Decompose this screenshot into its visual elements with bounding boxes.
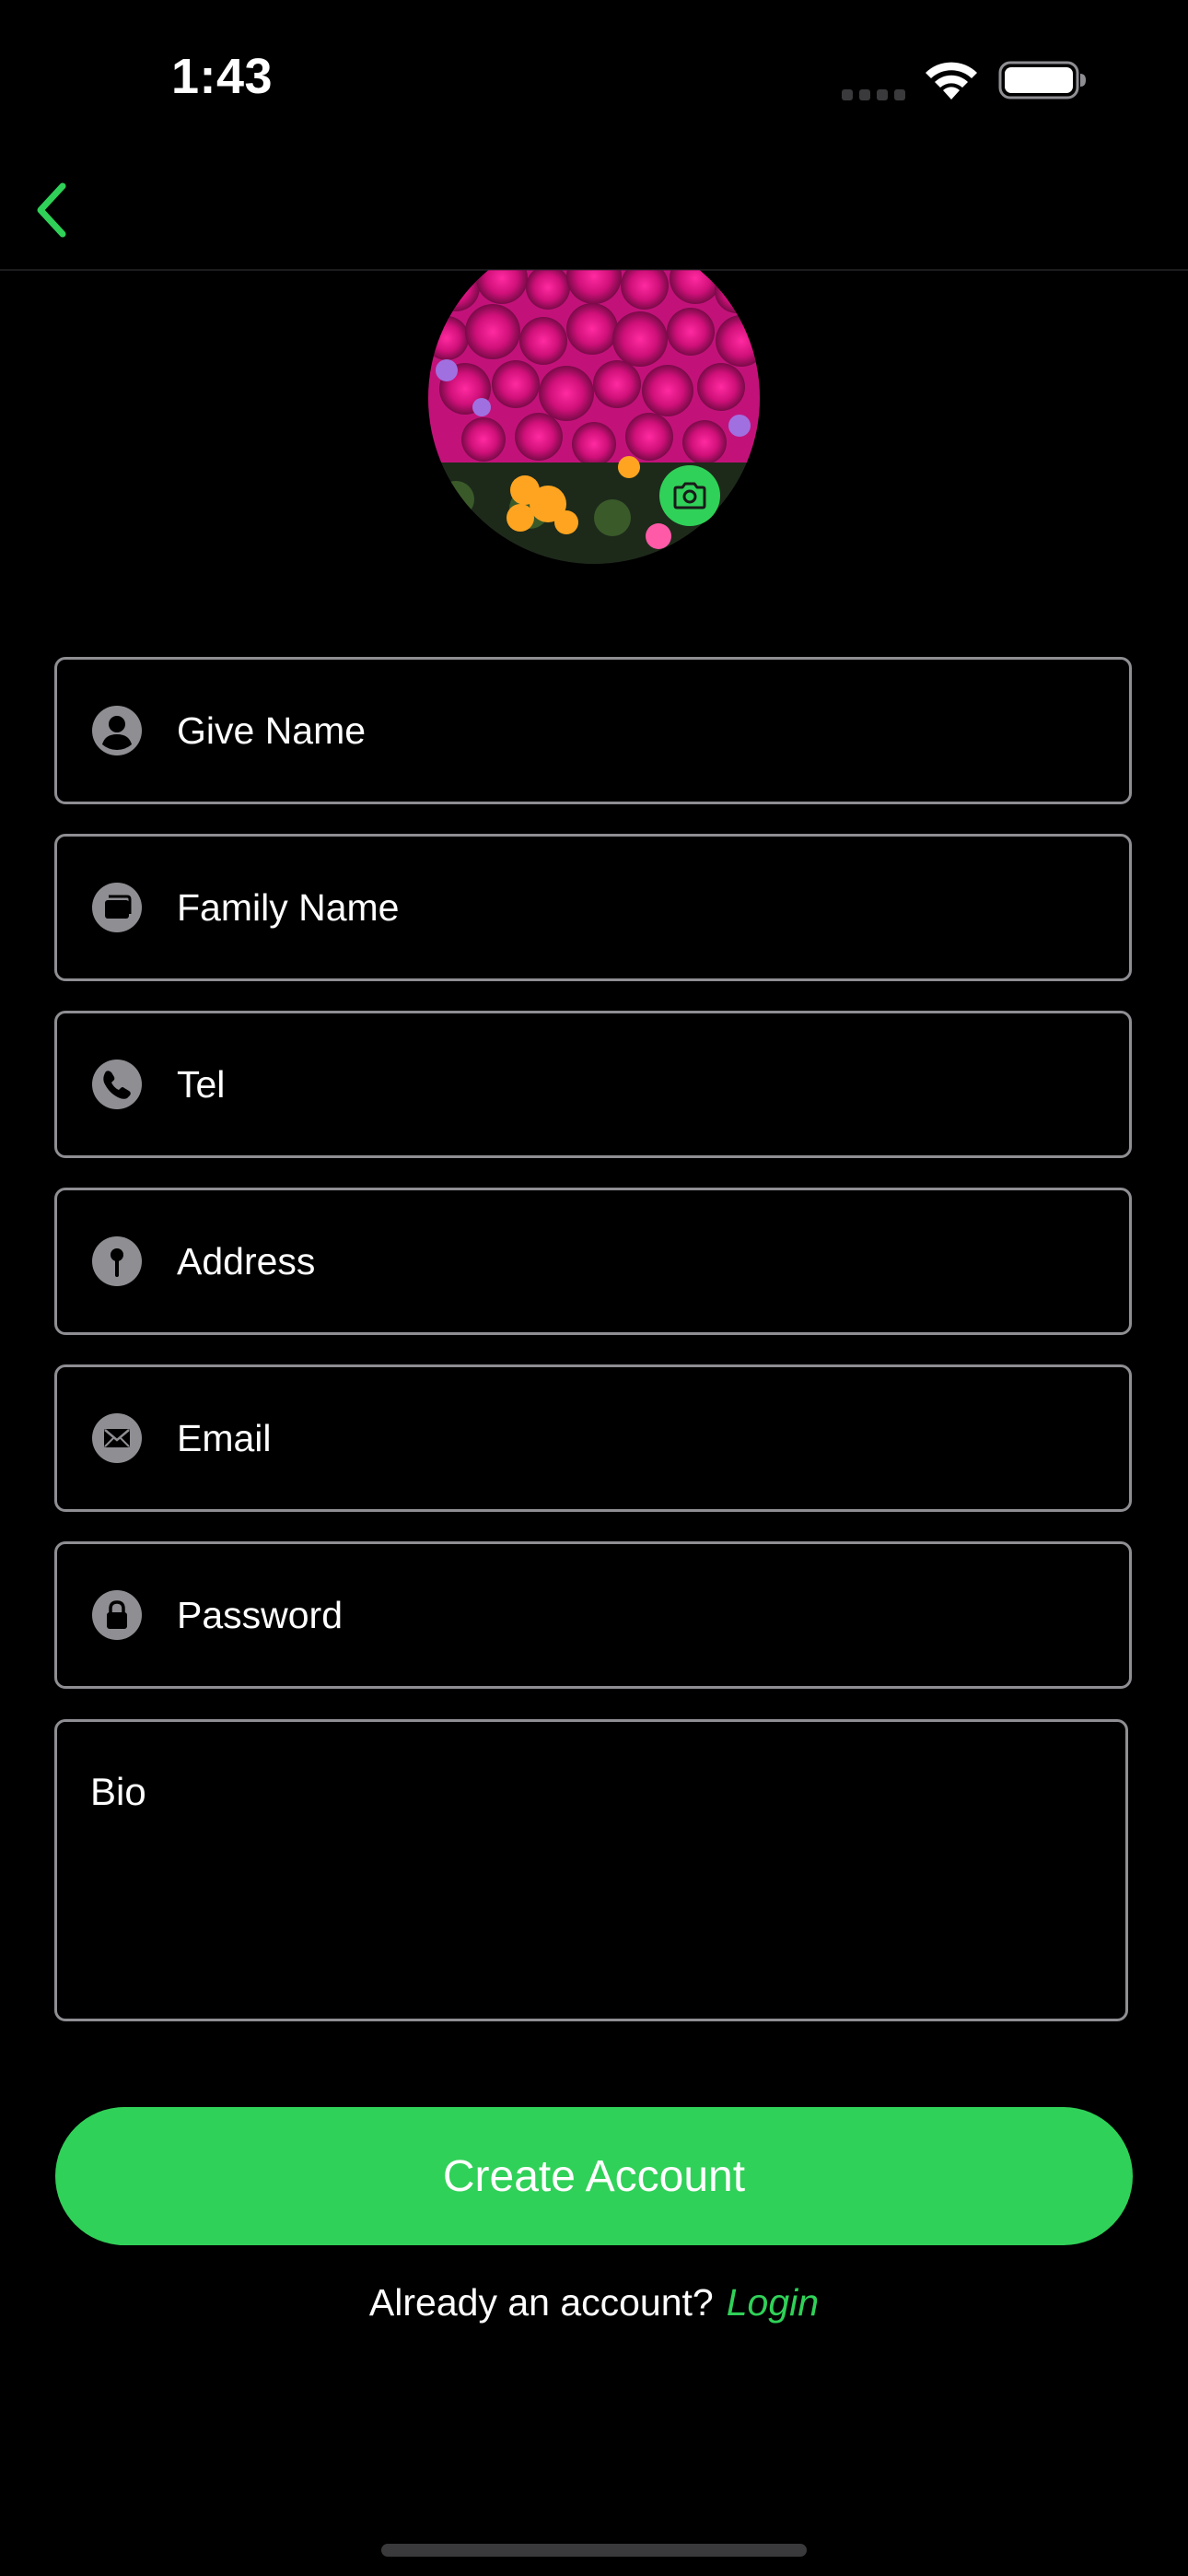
- login-row: Already an account? Login: [0, 2281, 1188, 2324]
- password-field[interactable]: Password: [54, 1541, 1132, 1689]
- bio-textarea[interactable]: Bio: [54, 1719, 1128, 2021]
- wifi-icon: [926, 62, 977, 100]
- password-input[interactable]: Password: [177, 1544, 1098, 1686]
- given-name-input[interactable]: Give Name: [177, 660, 1098, 802]
- bio-placeholder: Bio: [90, 1770, 146, 1813]
- address-field[interactable]: Address: [54, 1188, 1132, 1335]
- given-name-field[interactable]: Give Name: [54, 657, 1132, 804]
- cellular-signal-icon: [842, 89, 905, 100]
- tel-field[interactable]: Tel: [54, 1011, 1132, 1158]
- phone-icon: [92, 1060, 142, 1109]
- status-time: 1:43: [171, 49, 274, 104]
- login-prompt: Already an account?: [368, 2281, 714, 2324]
- create-account-button[interactable]: Create Account: [55, 2107, 1133, 2245]
- envelope-icon: [92, 1413, 142, 1463]
- address-input[interactable]: Address: [177, 1190, 1098, 1332]
- login-link[interactable]: Login: [727, 2281, 819, 2324]
- family-icon: [92, 883, 142, 932]
- email-field[interactable]: Email: [54, 1364, 1132, 1512]
- back-button[interactable]: [22, 173, 81, 247]
- email-input[interactable]: Email: [177, 1367, 1098, 1509]
- battery-icon: [998, 61, 1086, 100]
- family-name-field[interactable]: Family Name: [54, 834, 1132, 981]
- chevron-left-icon: [37, 182, 66, 238]
- person-icon: [92, 706, 142, 755]
- change-photo-button[interactable]: [659, 465, 720, 526]
- location-icon: [92, 1236, 142, 1286]
- camera-icon: [673, 482, 706, 509]
- lock-icon: [92, 1590, 142, 1640]
- family-name-input[interactable]: Family Name: [177, 837, 1098, 978]
- home-indicator: [381, 2544, 807, 2557]
- tel-input[interactable]: Tel: [177, 1013, 1098, 1155]
